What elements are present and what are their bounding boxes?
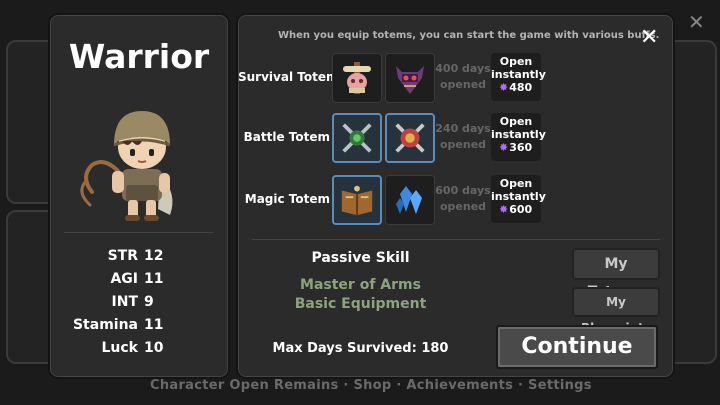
stat-row: STR 12 [50,248,228,270]
totem-label: Survival Totem [238,70,339,84]
totem-row-survival: Survival Totem 400 days opened Open inst… [238,53,673,105]
skull-totem-icon[interactable] [332,53,382,103]
right-divider [252,239,660,240]
stat-value: 11 [144,271,164,287]
character-panel: Warrior STR 12 AGI 11 INT 9 Stamina 11 L… [48,13,230,379]
stat-name: Luck [101,340,139,356]
gem-icon: ✸ [499,203,509,216]
unlock-days: 240 days opened [435,122,491,151]
stat-value: 9 [144,294,154,310]
stat-value: 12 [144,248,164,264]
totems-panel: When you equip totems, you can start the… [236,13,675,379]
warrior-portrait-icon [80,111,173,221]
passive-skill-item: Basic Equipment [294,296,427,312]
close-icon[interactable]: ✕ [640,25,658,50]
stat-name: STR [107,248,138,264]
open-instantly-button[interactable]: Open instantly ✸360 [491,113,546,161]
continue-button[interactable]: Continue [496,325,658,369]
my-totems-button[interactable]: My Totems [572,248,660,300]
stat-name: AGI [110,271,138,287]
crossed-swords-totem-icon[interactable] [332,113,382,163]
background-close-icon: ✕ [688,10,705,34]
totem-notice: When you equip totems, you can start the… [278,30,660,41]
open-instantly-button[interactable]: Open instantly ✸480 [491,53,546,101]
stat-value: 11 [144,317,164,333]
left-divider [64,232,214,233]
stat-row: AGI 11 [50,271,228,293]
my-blueprints-button[interactable]: My Blueprints [572,287,660,335]
spellbook-totem-icon[interactable] [332,175,382,225]
background-footer-text: Character Open Remains · Shop · Achievem… [150,378,592,393]
stat-name: INT [111,294,138,310]
totem-row-battle: Battle Totem 240 days opened Open instant… [238,113,673,165]
stat-name: Stamina [72,317,138,333]
totem-label: Battle Totem [243,130,330,144]
stat-row: Stamina 11 [50,317,228,339]
passive-skill-item: Master of Arms [300,277,421,293]
crossed-blades-totem-icon[interactable] [385,113,435,163]
unlock-days: 400 days opened [435,62,491,91]
passive-skill-title: Passive Skill [311,250,410,266]
totem-label: Magic Totem [244,192,330,206]
unlock-days: 600 days opened [435,184,491,213]
open-instantly-button[interactable]: Open instantly ✸600 [491,175,546,223]
gem-icon: ✸ [499,81,509,94]
gem-cost: ✸480 [499,81,533,94]
stat-row: Luck 10 [50,340,228,362]
class-name: Warrior [68,37,210,76]
gem-icon: ✸ [499,141,509,154]
max-days-survived: Max Days Survived: 180 [272,341,449,356]
totem-row-magic: Magic Totem 600 days opened Open instantl… [238,175,673,227]
demon-mask-totem-icon[interactable] [385,53,435,103]
stat-value: 10 [144,340,164,356]
stat-row: INT 9 [50,294,228,316]
gem-cost: ✸360 [499,141,533,154]
gem-cost: ✸600 [499,203,533,216]
blue-crystal-totem-icon[interactable] [385,175,435,225]
